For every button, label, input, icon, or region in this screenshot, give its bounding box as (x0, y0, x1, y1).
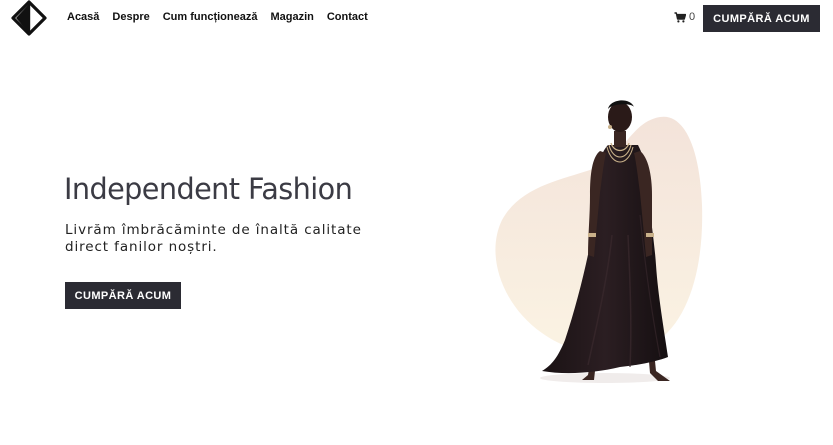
header-buy-now-button[interactable]: CUMPĂRĂ ACUM (703, 5, 820, 32)
nav-item-cum-functioneaza[interactable]: Cum funcționează (163, 10, 258, 24)
nav-item-magazin[interactable]: Magazin (270, 10, 313, 24)
nav-item-acasa[interactable]: Acasă (67, 10, 99, 24)
nav-item-contact[interactable]: Contact (327, 10, 368, 24)
model-in-black-dress-image (495, 100, 703, 383)
hero-title: Independent Fashion (64, 172, 353, 206)
hero-subtitle: Livrăm îmbrăcăminte de înaltă calitate d… (65, 222, 362, 255)
site-header: Acasă Despre Cum funcționează Magazin Co… (0, 0, 833, 36)
nav-item-despre[interactable]: Despre (112, 10, 149, 24)
diamond-logo-icon[interactable] (10, 0, 48, 36)
cart-icon (674, 11, 686, 22)
cart-count: 0 (689, 11, 696, 23)
main-nav: Acasă Despre Cum funcționează Magazin Co… (67, 10, 368, 24)
cart-link[interactable]: 0 (674, 11, 695, 23)
hero-buy-now-button[interactable]: CUMPĂRĂ ACUM (65, 282, 181, 309)
